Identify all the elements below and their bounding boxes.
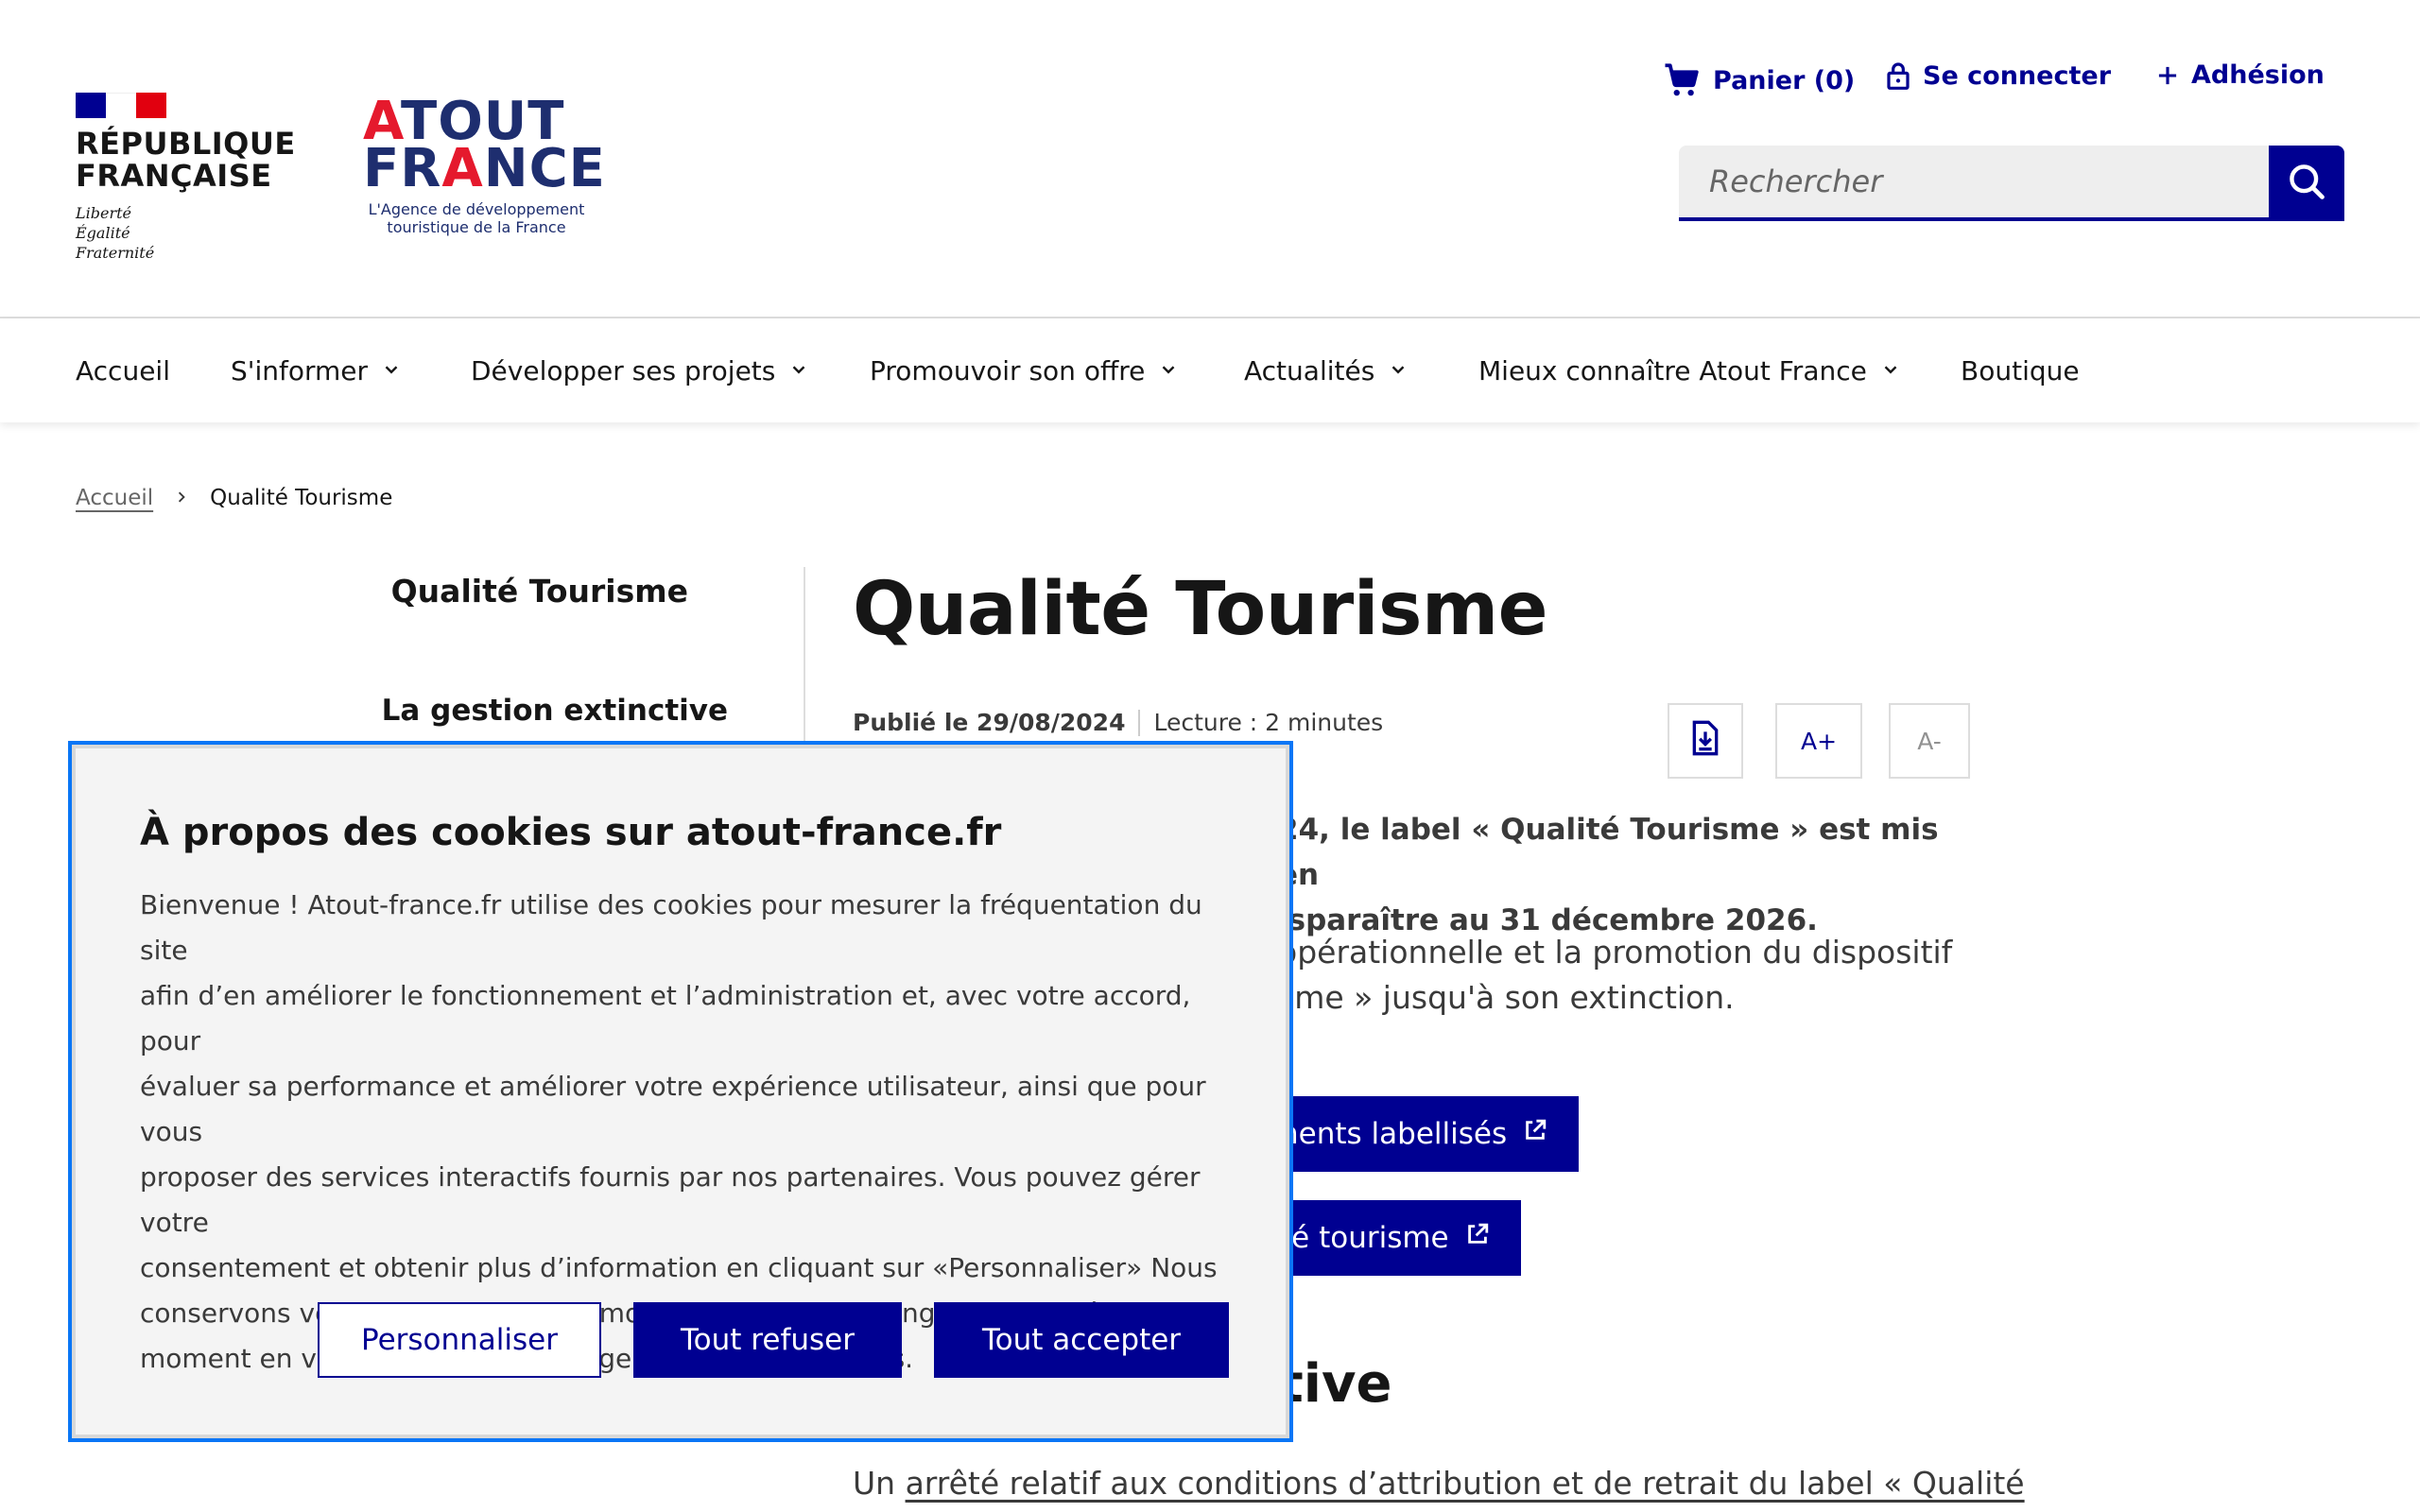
rf-motto-2: Égalité	[76, 224, 130, 242]
chevron-down-icon	[1388, 355, 1409, 387]
nav-label: Promouvoir son offre	[870, 354, 1146, 387]
personalize-button[interactable]: Personnaliser	[318, 1302, 601, 1378]
nav-item-home[interactable]: Accueil	[76, 318, 170, 422]
cookie-dialog-title: À propos des cookies sur atout-france.fr	[140, 811, 1002, 854]
nav-label: Développer ses projets	[471, 354, 776, 387]
nav-label: S'informer	[231, 354, 369, 387]
chevron-down-icon	[788, 355, 809, 387]
login-label: Se connecter	[1923, 60, 2112, 91]
rf-name-line1: RÉPUBLIQUE	[76, 126, 296, 162]
af-tagline-1: L'Agence de développement	[368, 200, 585, 218]
cookie-text-line: Bienvenue ! Atout-france.fr utilise des …	[140, 889, 1202, 966]
af-logo-nce: NCE	[483, 138, 606, 199]
login-link[interactable]: Se connecter	[1885, 60, 2111, 91]
cta-label: té tourisme	[1280, 1221, 1449, 1255]
nav-item-projets[interactable]: Développer ses projets	[471, 318, 809, 422]
atout-france-logo[interactable]: ATOUT FRANCE L'Agence de développement t…	[363, 95, 605, 237]
search-icon	[2286, 161, 2327, 206]
reading-time: Lecture : 2 minutes	[1153, 709, 1384, 736]
external-link-icon	[1522, 1117, 1548, 1151]
rf-motto-1: Liberté	[76, 204, 131, 222]
cart-link[interactable]: Panier (0)	[1662, 60, 1855, 100]
section-heading: tive	[1278, 1353, 1392, 1415]
nav-item-informer[interactable]: S'informer	[231, 318, 402, 422]
membership-link[interactable]: Adhésion	[2155, 60, 2325, 90]
membership-label: Adhésion	[2191, 60, 2325, 90]
external-link-icon	[1464, 1221, 1491, 1255]
marianne-flag-icon	[76, 93, 166, 118]
cookie-consent-dialog: À propos des cookies sur atout-france.fr…	[68, 741, 1293, 1442]
af-logo-fr: FR	[363, 138, 442, 199]
font-decrease-button[interactable]: A-	[1889, 703, 1970, 779]
nav-label: Boutique	[1961, 354, 2080, 387]
cookie-text-line: évaluer sa performance et améliorer votr…	[140, 1071, 1206, 1147]
published-date: Publié le 29/08/2024	[853, 709, 1126, 736]
nav-item-boutique[interactable]: Boutique	[1961, 318, 2080, 422]
cart-label: Panier (0)	[1713, 65, 1856, 95]
labelled-establishments-button[interactable]: nents labellisés	[1250, 1096, 1580, 1172]
lock-icon	[1885, 60, 1911, 91]
article-meta: Publié le 29/08/2024 Lecture : 2 minutes	[853, 709, 1383, 736]
search-button[interactable]	[2269, 146, 2344, 221]
chevron-down-icon	[381, 355, 402, 387]
main-navigation: Accueil S'informer Développer ses projet…	[0, 318, 2420, 422]
page-title: Qualité Tourisme	[853, 567, 1548, 652]
breadcrumb-current: Qualité Tourisme	[210, 486, 393, 510]
cart-icon	[1662, 60, 1702, 100]
nav-item-atout-france[interactable]: Mieux connaître Atout France	[1478, 318, 1901, 422]
breadcrumb-home-link[interactable]: Accueil	[76, 486, 153, 510]
rf-motto-3: Fraternité	[76, 244, 155, 262]
nav-item-promouvoir[interactable]: Promouvoir son offre	[870, 318, 1179, 422]
font-increase-button[interactable]: A+	[1775, 703, 1862, 779]
nav-label: Actualités	[1244, 354, 1375, 387]
search-bar	[1679, 146, 2344, 221]
side-menu-item-gestion-extinctive[interactable]: La gestion extinctive	[382, 694, 728, 728]
rf-name-line2: FRANÇAISE	[76, 158, 272, 194]
chevron-down-icon	[1158, 355, 1179, 387]
chevron-right-icon	[174, 486, 189, 510]
search-input[interactable]	[1679, 146, 2269, 221]
section-text-prefix: Un	[853, 1465, 906, 1502]
meta-separator	[1138, 709, 1141, 736]
nav-label: Accueil	[76, 354, 170, 387]
plus-icon	[2155, 63, 2180, 88]
af-logo-a2-red: A	[441, 138, 484, 199]
af-tagline-2: touristique de la France	[387, 218, 566, 236]
section-text: Un arrêté relatif aux conditions d’attri…	[853, 1465, 2025, 1502]
accept-all-button[interactable]: Tout accepter	[934, 1302, 1229, 1378]
arrete-link[interactable]: arrêté relatif aux conditions d’attribut…	[906, 1465, 2025, 1502]
site-header: RÉPUBLIQUE FRANÇAISE Liberté Égalité Fra…	[0, 0, 2420, 318]
cta-label: nents labellisés	[1280, 1117, 1508, 1151]
side-menu-title[interactable]: Qualité Tourisme	[391, 573, 688, 610]
file-download-icon	[1688, 719, 1722, 763]
cookie-text-line: consentement et obtenir plus d’informati…	[140, 1252, 1218, 1283]
cookie-text-line: proposer des services interactifs fourni…	[140, 1161, 1201, 1238]
nav-label: Mieux connaître Atout France	[1478, 354, 1867, 387]
chevron-down-icon	[1880, 355, 1901, 387]
refuse-all-button[interactable]: Tout refuser	[633, 1302, 902, 1378]
download-pdf-button[interactable]	[1668, 703, 1743, 779]
breadcrumb: Accueil Qualité Tourisme	[76, 486, 392, 510]
nav-item-actualites[interactable]: Actualités	[1244, 318, 1409, 422]
republique-francaise-logo[interactable]: RÉPUBLIQUE FRANÇAISE Liberté Égalité Fra…	[76, 93, 296, 263]
cookie-text-line: afin d’en améliorer le fonctionnement et…	[140, 980, 1191, 1057]
